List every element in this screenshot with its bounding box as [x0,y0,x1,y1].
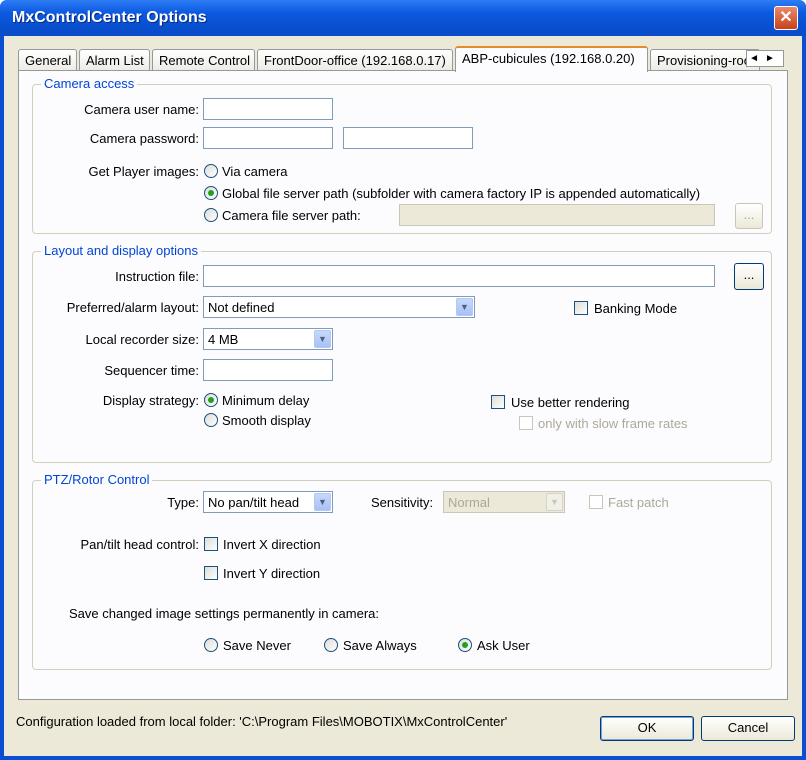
dialog-client-area: General Alarm List Remote Control FrontD… [4,36,802,756]
smooth-display-radio[interactable] [204,413,218,427]
sensitivity-select[interactable]: Normal ▼ [443,491,565,513]
close-icon[interactable]: ✕ [774,6,798,30]
via-camera-radio[interactable] [204,164,218,178]
minimum-delay-label[interactable]: Minimum delay [222,393,309,408]
save-settings-label: Save changed image settings permanently … [69,606,380,621]
pan-tilt-control-label: Pan/tilt head control: [80,537,199,552]
preferred-layout-select[interactable]: Not defined ▼ [203,296,475,318]
tab-page-abp-cubicules: Camera access Camera user name: Camera p… [18,70,788,700]
instruction-file-input[interactable] [203,265,715,287]
via-camera-label[interactable]: Via camera [222,164,288,179]
tab-scroll-arrows-icon[interactable]: ◄► [746,50,784,67]
ptz-rotor-title: PTZ/Rotor Control [41,472,153,487]
global-path-label[interactable]: Global file server path (subfolder with … [222,186,700,201]
get-player-images-label: Get Player images: [88,164,199,179]
tab-alarm-list[interactable]: Alarm List [79,49,150,71]
slow-frame-label[interactable]: only with slow frame rates [538,416,688,431]
instruction-file-label: Instruction file: [115,269,199,284]
global-path-radio[interactable] [204,186,218,200]
ptz-type-select[interactable]: No pan/tilt head ▼ [203,491,333,513]
slow-frame-checkbox[interactable] [519,416,533,430]
camera-user-label: Camera user name: [84,102,199,117]
ask-user-radio[interactable] [458,638,472,652]
layout-display-group: Layout and display options Instruction f… [32,243,772,463]
preferred-layout-value: Not defined [208,300,275,315]
ptz-rotor-group: PTZ/Rotor Control Type: No pan/tilt head… [32,472,772,670]
instruction-browse-button[interactable]: ... [734,263,764,290]
window-title: MxControlCenter Options [12,9,207,26]
fast-patch-checkbox[interactable] [589,495,603,509]
camera-path-label[interactable]: Camera file server path: [222,208,361,223]
invert-y-label[interactable]: Invert Y direction [223,566,320,581]
chevron-down-icon[interactable]: ▼ [314,330,331,348]
camera-access-group: Camera access Camera user name: Camera p… [32,76,772,234]
ptz-type-value: No pan/tilt head [208,495,300,510]
save-always-label[interactable]: Save Always [343,638,417,653]
invert-y-checkbox[interactable] [204,566,218,580]
chevron-down-icon[interactable]: ▼ [314,493,331,511]
layout-display-title: Layout and display options [41,243,201,258]
camera-path-input[interactable] [399,204,715,226]
camera-password-label: Camera password: [89,131,199,146]
tab-general[interactable]: General [18,49,77,71]
status-text: Configuration loaded from local folder: … [16,714,508,729]
sensitivity-value: Normal [448,495,490,510]
options-window: MxControlCenter Options ✕ General Alarm … [0,0,806,760]
save-never-radio[interactable] [204,638,218,652]
local-recorder-value: 4 MB [208,332,239,347]
ok-button[interactable]: OK [600,716,694,741]
camera-path-browse-button[interactable]: ... [735,203,763,229]
camera-user-input[interactable] [203,98,333,120]
tab-abp-cubicules[interactable]: ABP-cubicules (192.168.0.20) [455,46,648,72]
tab-remote-control[interactable]: Remote Control [152,49,255,71]
ask-user-label[interactable]: Ask User [477,638,530,653]
smooth-display-label[interactable]: Smooth display [222,413,311,428]
title-bar[interactable]: MxControlCenter Options ✕ [0,0,806,36]
local-recorder-select[interactable]: 4 MB ▼ [203,328,333,350]
sensitivity-label: Sensitivity: [371,495,434,510]
camera-access-title: Camera access [41,76,138,91]
camera-path-radio[interactable] [204,208,218,222]
fast-patch-label[interactable]: Fast patch [608,495,669,510]
display-strategy-label: Display strategy: [102,393,199,408]
banking-mode-checkbox[interactable] [574,301,588,315]
camera-password-confirm-input[interactable] [343,127,473,149]
banking-mode-label[interactable]: Banking Mode [594,301,677,316]
tab-provisioning-room[interactable]: Provisioning-room [650,49,760,71]
chevron-down-icon[interactable]: ▼ [456,298,473,316]
invert-x-checkbox[interactable] [204,537,218,551]
local-recorder-label: Local recorder size: [85,332,199,347]
better-rendering-checkbox[interactable] [491,395,505,409]
tab-frontdoor-office[interactable]: FrontDoor-office (192.168.0.17) [257,49,453,71]
save-always-radio[interactable] [324,638,338,652]
ptz-type-label: Type: [167,495,199,510]
chevron-down-icon[interactable]: ▼ [546,493,563,511]
sequencer-time-label: Sequencer time: [104,363,199,378]
cancel-button[interactable]: Cancel [701,716,795,741]
camera-password-input[interactable] [203,127,333,149]
save-never-label[interactable]: Save Never [223,638,291,653]
minimum-delay-radio[interactable] [204,393,218,407]
sequencer-time-input[interactable] [203,359,333,381]
invert-x-label[interactable]: Invert X direction [223,537,321,552]
preferred-layout-label: Preferred/alarm layout: [66,300,199,315]
better-rendering-label[interactable]: Use better rendering [511,395,630,410]
